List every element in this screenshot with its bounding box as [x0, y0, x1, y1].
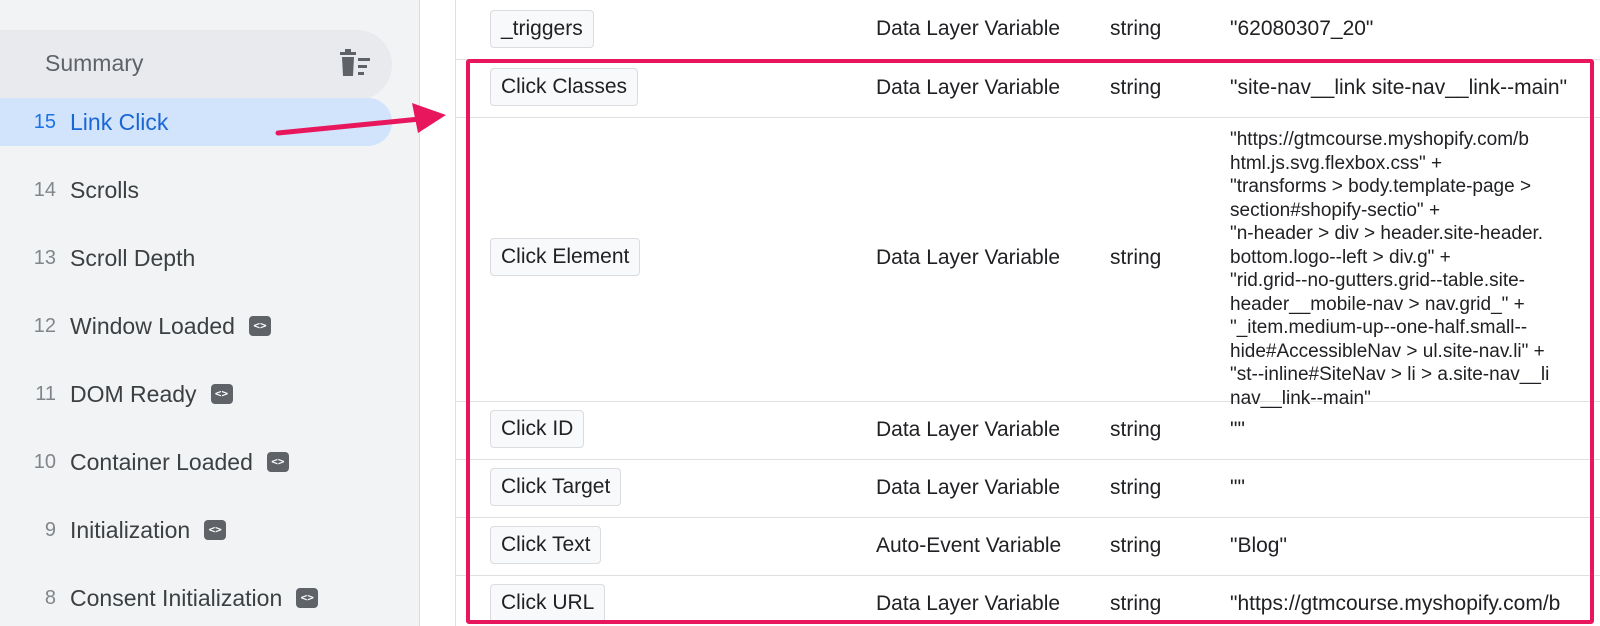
event-number: 15 [33, 110, 56, 133]
return-type: string [1110, 592, 1162, 615]
event-number: 9 [44, 518, 56, 541]
variable-name-chip[interactable]: Click Target [490, 468, 622, 506]
sidebar: Summary 15 Link Click 14 Scrolls 13 Scro… [0, 0, 420, 626]
event-item-scroll-depth[interactable]: 13 Scroll Depth [0, 234, 392, 282]
event-name: DOM Ready [70, 380, 197, 407]
value-line: "st--inline#SiteNav > li > a.site-nav__l… [1230, 364, 1550, 385]
variable-value: "62080307_20" [1230, 17, 1374, 40]
return-type: string [1110, 418, 1162, 441]
code-badge-icon: <> [296, 588, 319, 608]
code-badge-icon: <> [266, 452, 289, 472]
variable-type: Data Layer Variable [876, 476, 1061, 499]
variable-type: Data Layer Variable [876, 17, 1061, 40]
value-line: "rid.grid--no-gutters.grid--table.site- [1230, 270, 1526, 291]
variable-value: "" [1230, 418, 1245, 441]
variable-type: Data Layer Variable [876, 592, 1061, 615]
variable-value-multiline: "https://gtmcourse.myshopify.com/b html.… [1230, 128, 1549, 410]
value-line: bottom.logo--left > div.g" + [1230, 246, 1451, 268]
event-item-container-loaded[interactable]: 10 Container Loaded <> [0, 438, 392, 486]
value-line: "transforms > body.template-page > [1230, 176, 1532, 197]
value-line: section#shopify-sectio" + [1230, 199, 1441, 221]
event-name: Consent Initialization [70, 584, 283, 611]
variable-type: Auto-Event Variable [876, 534, 1062, 557]
event-item-window-loaded[interactable]: 12 Window Loaded <> [0, 302, 392, 350]
event-number: 8 [44, 586, 56, 609]
variable-name-chip[interactable]: _triggers [490, 10, 594, 48]
variable-type: Data Layer Variable [876, 76, 1061, 99]
variable-name-chip[interactable]: Click URL [490, 584, 606, 622]
return-type: string [1110, 534, 1162, 557]
return-type: string [1110, 476, 1162, 499]
clear-all-icon[interactable] [338, 48, 374, 78]
event-name: Container Loaded [70, 448, 253, 475]
event-number: 13 [33, 246, 56, 269]
event-number: 12 [33, 314, 56, 337]
value-line: "n-header > div > header.site-header. [1230, 223, 1544, 244]
variable-name-chip[interactable]: Click Classes [490, 68, 639, 106]
code-badge-icon: <> [210, 384, 233, 404]
event-name: Initialization [70, 516, 191, 543]
event-number: 11 [35, 382, 56, 405]
value-line: "_item.medium-up--one-half.small-- [1230, 317, 1528, 338]
code-badge-icon: <> [248, 316, 271, 336]
event-number: 14 [33, 178, 56, 201]
return-type: string [1110, 246, 1162, 269]
variable-value: "Blog" [1230, 534, 1287, 557]
pink-arrow-icon [275, 103, 446, 136]
variable-type: Data Layer Variable [876, 418, 1061, 441]
event-item-dom-ready[interactable]: 11 DOM Ready <> [0, 370, 392, 418]
value-line: "https://gtmcourse.myshopify.com/b [1230, 129, 1529, 150]
variable-value: "https://gtmcourse.myshopify.com/b [1230, 592, 1561, 615]
variable-name-chip[interactable]: Click Text [490, 526, 602, 564]
code-badge-icon: <> [204, 520, 227, 540]
variable-value: "site-nav__link site-nav__link--main" [1230, 76, 1568, 99]
event-item-initialization[interactable]: 9 Initialization <> [0, 506, 392, 554]
variable-name-chip[interactable]: Click Element [490, 238, 641, 276]
value-line: header__mobile-nav > nav.grid_" + [1230, 293, 1525, 315]
return-type: string [1110, 76, 1162, 99]
event-name: Link Click [70, 108, 169, 135]
event-name: Scroll Depth [70, 244, 196, 271]
value-line: hide#AccessibleNav > ul.site-nav.li" + [1230, 340, 1545, 362]
summary-label: Summary [45, 50, 144, 76]
return-type: string [1110, 17, 1162, 40]
event-item-scrolls[interactable]: 14 Scrolls [0, 166, 392, 214]
event-name: Scrolls [70, 176, 140, 203]
variable-type: Data Layer Variable [876, 246, 1061, 269]
event-number: 10 [33, 450, 56, 473]
event-name: Window Loaded [70, 312, 235, 339]
variable-value: "" [1230, 476, 1245, 499]
event-item-consent-initialization[interactable]: 8 Consent Initialization <> [0, 574, 392, 622]
variable-name-chip[interactable]: Click ID [490, 410, 585, 448]
value-line: html.js.svg.flexbox.css" + [1230, 152, 1443, 174]
